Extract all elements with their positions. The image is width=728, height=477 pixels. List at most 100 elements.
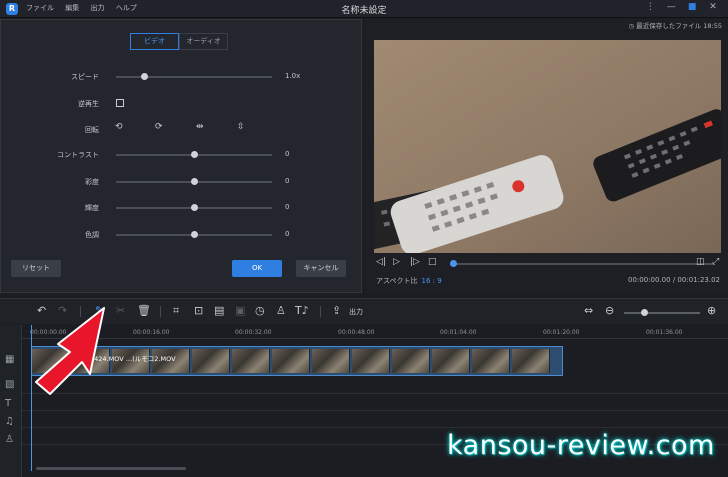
reverse-label: 逆再生	[78, 100, 99, 108]
clip-thumbnail	[312, 349, 350, 373]
speed-label: スピード	[71, 73, 99, 81]
playhead[interactable]	[31, 325, 32, 471]
preview-panel: ◷ 最近保存したファイル 18:55 ◁| ▷ |▷ □ ◫ ⤢ アスペクト比 …	[366, 19, 728, 293]
undo-icon[interactable]: ↶	[37, 305, 46, 317]
saturation-slider-knob[interactable]	[191, 178, 198, 185]
hue-slider-knob[interactable]	[191, 231, 198, 238]
time-ruler[interactable]: 00:00:00.00 00:00:16.00 00:00:32.00 00:0…	[22, 325, 728, 339]
music-track-icon: ♫	[5, 416, 14, 427]
clock-icon: ◷	[628, 22, 635, 30]
previous-frame-icon[interactable]: ◁|	[376, 257, 386, 267]
contrast-row: コントラスト 0	[1, 148, 363, 162]
clip-thumbnail	[512, 349, 550, 373]
window-title: 名称未設定	[341, 6, 387, 16]
clip-thumbnail	[432, 349, 470, 373]
zoom-in-icon[interactable]: ⊕	[707, 305, 716, 317]
duration-icon[interactable]: ◷	[255, 305, 265, 317]
contrast-slider-knob[interactable]	[191, 151, 198, 158]
fullscreen-icon[interactable]: ⤢	[712, 257, 719, 267]
zoom-slider[interactable]	[624, 309, 700, 316]
ruler-tick-label: 00:00:32.00	[235, 329, 272, 336]
rotate-label: 回転	[85, 126, 99, 134]
microphone-icon[interactable]: ♙	[276, 305, 286, 317]
reverse-checkbox[interactable]	[116, 99, 124, 107]
playback-handle[interactable]	[450, 260, 457, 267]
brightness-value: 0	[285, 203, 290, 211]
brightness-label: 輝度	[85, 204, 99, 212]
close-icon[interactable]: ✕	[704, 2, 722, 12]
aspect-value[interactable]: 16 : 9	[422, 277, 442, 285]
flip-vertical-icon[interactable]: ⇳	[237, 122, 245, 132]
fit-timeline-icon[interactable]: ⇔	[584, 305, 593, 317]
speed-row: スピード 1.0x	[1, 70, 363, 84]
horizontal-scrollbar[interactable]	[36, 467, 186, 470]
media-tabs: ビデオ オーディオ	[130, 33, 228, 50]
mosaic-icon[interactable]: ▣	[235, 305, 245, 317]
stop-icon[interactable]: □	[428, 257, 437, 267]
play-icon[interactable]: ▷	[393, 257, 400, 267]
clip-thumbnail	[232, 349, 270, 373]
hue-slider[interactable]	[116, 231, 272, 238]
delete-icon[interactable]: 🗑	[137, 305, 151, 317]
brightness-slider[interactable]	[116, 204, 272, 211]
cancel-button[interactable]: キャンセル	[296, 260, 346, 277]
zoom-slider-knob[interactable]	[641, 309, 648, 316]
edit-pencil-icon[interactable]: ✎	[95, 305, 104, 317]
resize-icon[interactable]: ⊡	[194, 305, 203, 317]
tab-audio[interactable]: オーディオ	[179, 33, 228, 50]
saturation-label: 彩度	[85, 178, 99, 186]
rotate-left-icon[interactable]: ⟲	[115, 122, 123, 132]
flip-horizontal-icon[interactable]: ⇹	[196, 122, 204, 132]
crop-icon[interactable]: ⌗	[173, 305, 179, 317]
minimize-icon[interactable]: —	[662, 2, 680, 12]
voice-track-icon: ♙	[5, 434, 14, 445]
filmstrip-icon[interactable]: ▤	[214, 305, 224, 317]
time-current: 00:00:00.00	[628, 276, 671, 284]
redo-icon[interactable]: ↷	[58, 305, 67, 317]
ruler-tick-label: 00:00:16.00	[133, 329, 170, 336]
video-clip[interactable]: 2424.MOV …(ルモコ2.MOV	[31, 346, 563, 376]
contrast-slider[interactable]	[116, 151, 272, 158]
text-track-icon: T	[5, 398, 12, 409]
clip-thumbnail	[472, 349, 510, 373]
brightness-slider-knob[interactable]	[191, 204, 198, 211]
time-separator: /	[672, 276, 676, 284]
recent-save-status: ◷ 最近保存したファイル 18:55	[628, 20, 722, 30]
maximize-icon[interactable]: ■	[683, 2, 701, 12]
speed-slider-knob[interactable]	[141, 73, 149, 80]
reset-button[interactable]: リセット	[11, 260, 61, 277]
rotate-right-icon[interactable]: ⟳	[155, 122, 163, 132]
playback-progress[interactable]	[450, 260, 712, 267]
next-frame-icon[interactable]: |▷	[410, 257, 420, 267]
edit-panel: ビデオ オーディオ スピード 1.0x 逆再生 回転 ⟲ ⟳ ⇹ ⇳ コントラス…	[0, 19, 362, 293]
zoom-out-icon[interactable]: ⊖	[605, 305, 614, 317]
hue-row: 色調 0	[1, 228, 363, 242]
video-frame-image	[374, 40, 721, 253]
more-icon[interactable]: ⋮	[641, 2, 659, 12]
snapshot-icon[interactable]: ◫	[696, 257, 705, 267]
reverse-row: 逆再生	[1, 97, 363, 111]
text-icon[interactable]: T♪	[295, 305, 309, 317]
tab-video[interactable]: ビデオ	[130, 33, 179, 50]
recent-save-text: 最近保存したファイル 18:55	[636, 22, 722, 30]
toolbar-divider	[160, 306, 161, 317]
saturation-value: 0	[285, 177, 290, 185]
saturation-slider[interactable]	[116, 178, 272, 185]
watermark-text: kansou-review.com	[447, 430, 715, 461]
cut-icon[interactable]: ✂	[116, 305, 125, 317]
music-track-lane[interactable]	[22, 411, 728, 428]
clip-thumbnail	[392, 349, 430, 373]
speed-slider[interactable]	[116, 73, 272, 80]
ruler-tick-label: 00:00:48.00	[338, 329, 375, 336]
export-button[interactable]: 出力	[349, 307, 363, 317]
ruler-tick-label: 00:01:20.00	[543, 329, 580, 336]
clip-name: 2424.MOV …(ルモコ2.MOV	[90, 353, 176, 363]
clip-thumbnail	[192, 349, 230, 373]
overlay-track-lane[interactable]	[22, 377, 728, 394]
aspect-ratio: アスペクト比 16 : 9	[376, 276, 442, 286]
export-icon[interactable]: ⇪	[332, 305, 341, 317]
text-track-lane[interactable]	[22, 394, 728, 411]
ruler-tick-label: 00:00:00.00	[30, 329, 67, 336]
contrast-value: 0	[285, 150, 290, 158]
ok-button[interactable]: OK	[232, 260, 282, 277]
